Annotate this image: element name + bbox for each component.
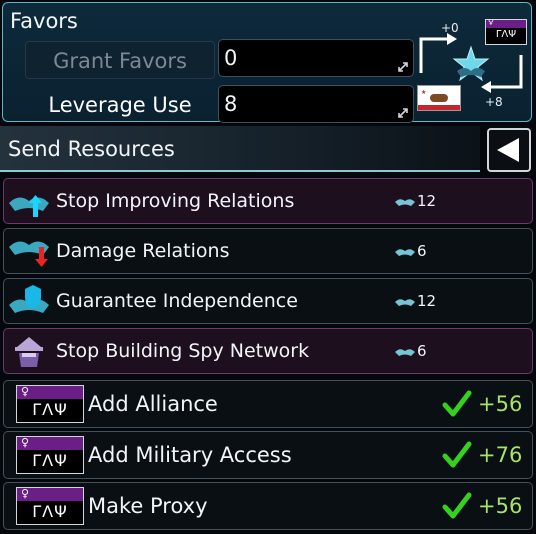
emblem-flag-text: ΓΛΨ [495,29,517,40]
resize-icon [398,108,408,118]
nation-flag: ♀ ΓΛΨ [16,436,84,474]
deal-add-military-access[interactable]: ♀ ΓΛΨ Add Military Access +76 [3,431,533,479]
favor-cost: 6 [394,229,427,273]
emblem-flag-bear: ★ [417,85,461,111]
deal-label: Add Alliance [88,392,218,416]
resize-icon [398,62,408,72]
favor-cost-value: 6 [417,342,427,360]
flag-symbol: ♀ [21,436,30,449]
favor-exchange-emblem: +0 +8 ♀ ΓΛΨ ★ [417,17,535,117]
favors-title: Favors [10,9,78,33]
send-resources-header: Send Resources [0,124,536,176]
favor-token-icon [395,198,415,206]
grant-favors-value: 0 [224,46,238,70]
nation-flag: ♀ ΓΛΨ [16,487,84,525]
flag-text: ΓΛΨ [32,400,68,419]
favor-token-icon [395,348,415,356]
favor-token-icon [395,298,415,306]
favors-panel: Favors Grant Favors 0 Leverage Use 8 +0 … [2,2,535,123]
grant-favors-field[interactable]: 0 [218,39,414,77]
action-stop-building-spy-network[interactable]: Stop Building Spy Network 6 [3,328,533,374]
handshake-down-arrow-icon [9,241,49,267]
favor-cost: 6 [394,329,427,373]
star-handshake-icon [452,45,490,82]
deal-make-proxy[interactable]: ♀ ΓΛΨ Make Proxy +56 [3,482,533,530]
send-resources-label: Send Resources [8,137,175,161]
favor-cost-value: 6 [417,242,427,260]
send-resources-bar[interactable]: Send Resources [0,126,480,172]
handshake-up-arrow-icon [9,195,49,217]
deal-add-alliance[interactable]: ♀ ΓΛΨ Add Alliance +56 [3,380,533,428]
favor-token-icon [395,248,415,256]
handshake-shield-icon [9,285,49,313]
flag-text: ΓΛΨ [32,451,68,470]
deal-label: Add Military Access [88,443,292,467]
action-guarantee-independence[interactable]: Guarantee Independence 12 [3,278,533,324]
flag-symbol: ♀ [21,487,30,500]
deal-score: +56 [478,494,523,518]
favor-cost: 12 [394,279,436,323]
action-stop-improving-relations[interactable]: Stop Improving Relations 12 [3,178,533,224]
flag-text: ΓΛΨ [32,502,68,521]
triangle-left-icon [497,138,519,162]
flag-symbol: ♀ [21,385,30,398]
grant-favors-button[interactable]: Grant Favors [25,41,215,79]
action-label: Damage Relations [56,240,230,262]
action-label: Stop Building Spy Network [56,340,310,362]
favor-cost-value: 12 [417,192,437,210]
spy-icon [15,337,43,367]
action-damage-relations[interactable]: Damage Relations 6 [3,228,533,274]
deal-score: +76 [478,443,523,467]
checkmark-icon [442,390,472,417]
favor-cost-value: 12 [417,292,437,310]
action-label: Stop Improving Relations [56,190,295,212]
emblem-flag-symbol: ♀ [488,19,494,26]
leverage-use-value: 8 [224,92,238,116]
deal-label: Make Proxy [88,494,208,518]
favor-cost: 12 [394,179,436,223]
checkmark-icon [442,492,472,519]
nation-flag: ♀ ΓΛΨ [16,385,84,423]
emblem-flag-purple: ♀ ΓΛΨ [485,19,527,45]
checkmark-icon [442,441,472,468]
deal-score: +56 [478,392,523,416]
collapse-button[interactable] [487,128,531,172]
leverage-use-field[interactable]: 8 [218,85,414,123]
action-label: Guarantee Independence [56,290,298,312]
leverage-use-label: Leverage Use [48,93,192,117]
